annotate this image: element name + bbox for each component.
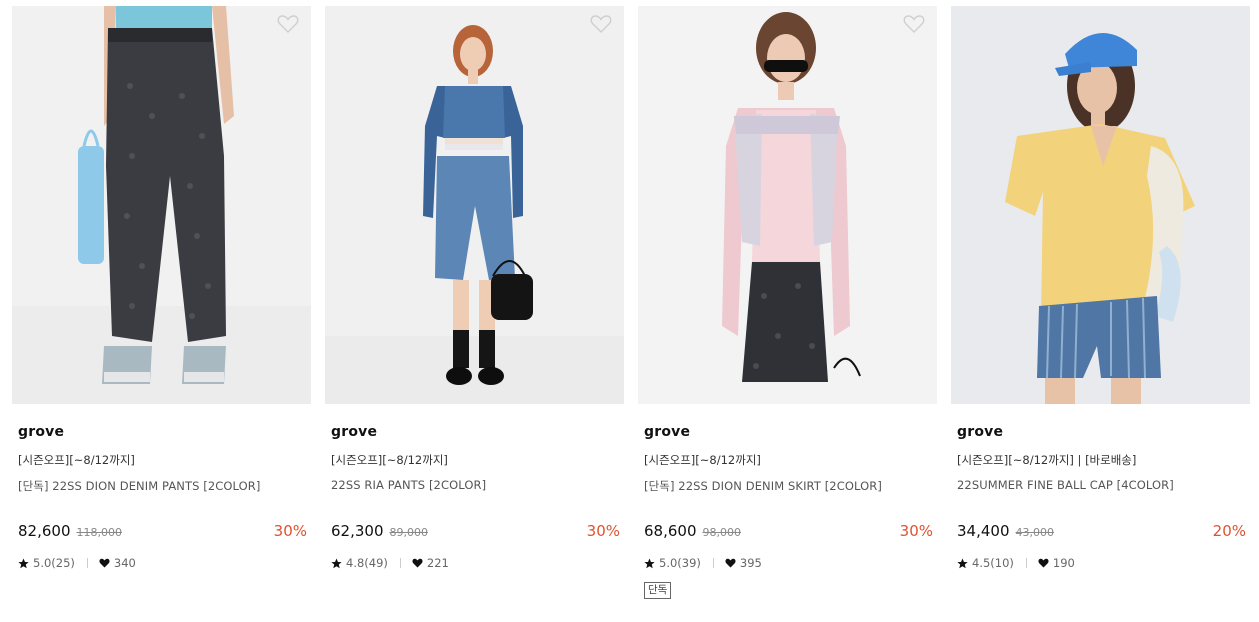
original-price: 43,000: [1015, 526, 1055, 539]
rating: 4.8(49): [346, 556, 388, 570]
wishlist-heart-icon[interactable]: [903, 14, 925, 34]
promo-text: [시즌오프][~8/12까지] | [바로배송]: [957, 453, 1137, 467]
product-card[interactable]: grove [시즌오프][~8/12까지] [단독] 22SS DION DEN…: [12, 6, 311, 616]
brand-name[interactable]: grove: [18, 424, 64, 440]
brand-name[interactable]: grove: [644, 424, 690, 440]
divider: [1025, 558, 1027, 568]
product-image[interactable]: [638, 6, 937, 404]
heart-icon: [99, 558, 110, 568]
original-price: 118,000: [76, 526, 123, 539]
rating: 5.0(25): [33, 556, 75, 570]
product-name[interactable]: 22SUMMER FINE BALL CAP [4COLOR]: [957, 478, 1174, 492]
star-icon: [331, 557, 342, 568]
brand-name[interactable]: grove: [957, 424, 1003, 440]
promo-text: [시즌오프][~8/12까지]: [18, 453, 135, 467]
product-meta: 5.0(39) 395: [644, 556, 762, 570]
divider: [712, 558, 714, 568]
product-meta: 4.8(49) 221: [331, 556, 449, 570]
product-name[interactable]: [단독] 22SS DION DENIM PANTS [2COLOR]: [18, 478, 261, 494]
exclusive-tag: 단독: [644, 582, 672, 599]
heart-icon: [1038, 558, 1049, 568]
product-name[interactable]: [단독] 22SS DION DENIM SKIRT [2COLOR]: [644, 478, 882, 494]
like-count: 395: [739, 556, 762, 570]
like-count: 221: [426, 556, 449, 570]
sale-price: 62,300: [331, 522, 384, 540]
divider: [399, 558, 401, 568]
discount-rate: 30%: [273, 522, 307, 540]
product-image[interactable]: [12, 6, 311, 404]
discount-rate: 30%: [899, 522, 933, 540]
sale-price: 68,600: [644, 522, 697, 540]
heart-icon: [725, 558, 736, 568]
product-name[interactable]: 22SS RIA PANTS [2COLOR]: [331, 478, 486, 492]
like-count: 190: [1052, 556, 1075, 570]
product-meta: 5.0(25) 340: [18, 556, 136, 570]
star-icon: [18, 557, 29, 568]
discount-rate: 20%: [1212, 522, 1246, 540]
product-image[interactable]: [951, 6, 1250, 404]
price-block: 82,600 118,000: [18, 522, 122, 540]
original-price: 89,000: [389, 526, 429, 539]
product-meta: 4.5(10) 190: [957, 556, 1075, 570]
wishlist-heart-icon[interactable]: [277, 14, 299, 34]
product-grid: grove [시즌오프][~8/12까지] [단독] 22SS DION DEN…: [0, 0, 1259, 622]
star-icon: [644, 557, 655, 568]
divider: [86, 558, 88, 568]
product-card[interactable]: grove [시즌오프][~8/12까지] | [바로배송] 22SUMMER …: [951, 6, 1250, 616]
wishlist-heart-icon[interactable]: [590, 14, 612, 34]
product-card[interactable]: grove [시즌오프][~8/12까지] 22SS RIA PANTS [2C…: [325, 6, 624, 616]
price-block: 62,300 89,000: [331, 522, 428, 540]
original-price: 98,000: [702, 526, 742, 539]
like-count: 340: [113, 556, 136, 570]
price-block: 68,600 98,000: [644, 522, 741, 540]
product-image[interactable]: [325, 6, 624, 404]
discount-rate: 30%: [586, 522, 620, 540]
rating: 5.0(39): [659, 556, 701, 570]
sale-price: 82,600: [18, 522, 71, 540]
brand-name[interactable]: grove: [331, 424, 377, 440]
promo-text: [시즌오프][~8/12까지]: [644, 453, 761, 467]
price-block: 34,400 43,000: [957, 522, 1054, 540]
promo-text: [시즌오프][~8/12까지]: [331, 453, 448, 467]
star-icon: [957, 557, 968, 568]
product-card[interactable]: grove [시즌오프][~8/12까지] [단독] 22SS DION DEN…: [638, 6, 937, 616]
heart-icon: [412, 558, 423, 568]
sale-price: 34,400: [957, 522, 1010, 540]
rating: 4.5(10): [972, 556, 1014, 570]
